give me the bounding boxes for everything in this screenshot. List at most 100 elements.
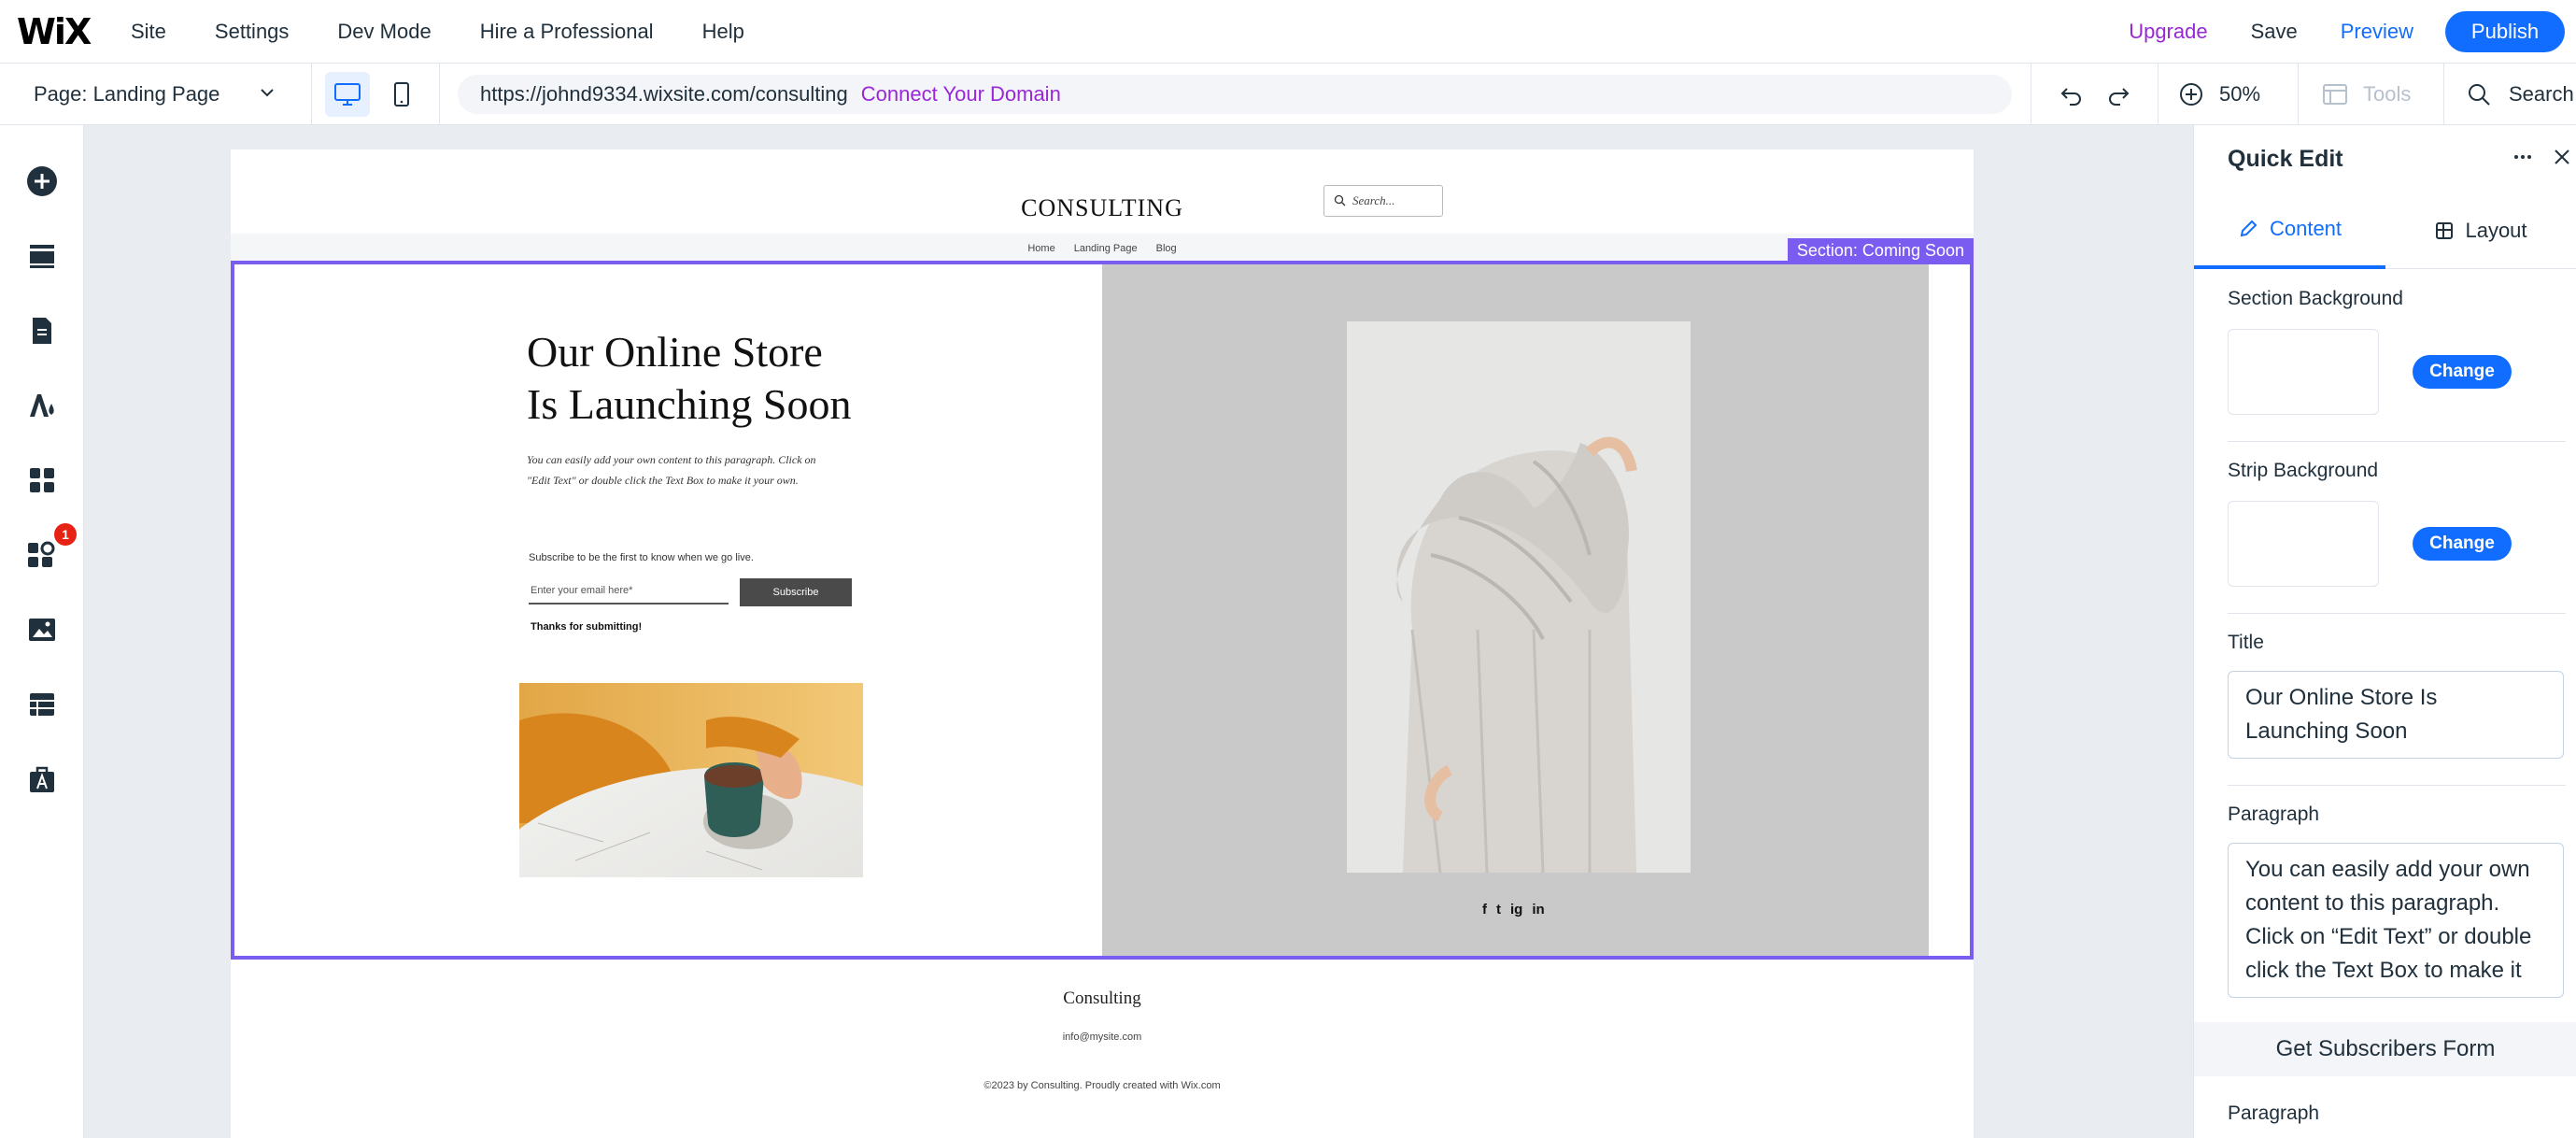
page-selector-label: Page: Landing Page [34, 82, 220, 106]
footer-title[interactable]: Consulting [231, 989, 1974, 1009]
site-url: https://johnd9334.wixsite.com/consulting [480, 82, 848, 106]
instagram-icon[interactable]: ig [1510, 902, 1522, 918]
thanks-message[interactable]: Thanks for submitting! [531, 621, 642, 633]
site-title[interactable]: CONSULTING [231, 194, 1974, 222]
notification-badge: 1 [54, 523, 77, 546]
layout-icon [2436, 222, 2454, 239]
search-icon [1334, 194, 1346, 206]
top-bar: WiX Site Settings Dev Mode Hire a Profes… [0, 0, 2576, 64]
pages-button[interactable] [23, 312, 61, 349]
headline-line-1: Our Online Store [527, 328, 823, 376]
menu-hire-professional[interactable]: Hire a Professional [480, 20, 654, 44]
more-options-icon[interactable] [2512, 146, 2534, 168]
footer-email[interactable]: info@mysite.com [231, 1031, 1974, 1043]
mobile-view-button[interactable] [379, 72, 424, 117]
footer-copyright[interactable]: ©2023 by Consulting. Proudly created wit… [231, 1080, 1974, 1091]
site-url-bar[interactable]: https://johnd9334.wixsite.com/consulting… [458, 75, 2012, 114]
search-label[interactable]: Search [2509, 82, 2574, 107]
media-button[interactable] [23, 611, 61, 648]
add-elements-button[interactable] [23, 163, 61, 200]
headline-line-2: Is Launching Soon [527, 380, 852, 428]
desktop-icon [334, 83, 361, 106]
panel-tabs: Content Layout [2194, 192, 2576, 269]
title-input[interactable]: Our Online Store Is Launching Soon [2228, 671, 2564, 759]
tools-icon[interactable] [2322, 83, 2348, 106]
wix-logo[interactable]: WiX [17, 11, 92, 52]
redo-icon[interactable] [2105, 81, 2131, 107]
site-nav-landing[interactable]: Landing Page [1074, 243, 1138, 254]
menu-settings[interactable]: Settings [215, 20, 290, 44]
left-toolbar: 1 [0, 125, 84, 1138]
upgrade-link[interactable]: Upgrade [2129, 20, 2207, 44]
social-bar: f t ig in [1482, 902, 1545, 918]
cms-button[interactable] [23, 686, 61, 723]
publish-button[interactable]: Publish [2445, 11, 2565, 52]
sweater-photo[interactable] [1347, 321, 1691, 873]
tab-content[interactable]: Content [2194, 192, 2385, 269]
editor-canvas[interactable]: CONSULTING Search... Home Landing Page B… [84, 125, 2193, 1138]
add-section-button[interactable] [23, 237, 61, 275]
zoom-level[interactable]: 50% [2219, 82, 2260, 107]
title-label: Title [2228, 632, 2264, 653]
save-button[interactable]: Save [2251, 20, 2298, 44]
divider [2228, 785, 2566, 786]
section-background-swatch[interactable] [2228, 329, 2379, 415]
design-button[interactable] [23, 387, 61, 424]
site-nav[interactable]: Home Landing Page Blog [231, 234, 1974, 263]
section-label[interactable]: Section: Coming Soon [1787, 238, 1974, 263]
top-menu: Site Settings Dev Mode Hire a Profession… [131, 0, 793, 64]
menu-site[interactable]: Site [131, 20, 166, 44]
site-search-box[interactable]: Search... [1323, 185, 1443, 217]
site-paragraph[interactable]: You can easily add your own content to t… [527, 449, 816, 491]
cms-icon [30, 693, 54, 716]
tab-layout[interactable]: Layout [2385, 192, 2576, 269]
tools-label[interactable]: Tools [2363, 82, 2411, 107]
preview-button[interactable]: Preview [2341, 20, 2413, 44]
subscribe-button[interactable]: Subscribe [740, 578, 852, 606]
section-background-label: Section Background [2228, 288, 2403, 309]
subscribe-hint[interactable]: Subscribe to be the first to know when w… [529, 552, 754, 563]
twitter-icon[interactable]: t [1496, 902, 1501, 918]
undo-icon[interactable] [2059, 81, 2085, 107]
linkedin-icon[interactable]: in [1532, 902, 1544, 918]
menu-help[interactable]: Help [702, 20, 744, 44]
pencil-icon [2240, 220, 2258, 237]
get-subscribers-form-header[interactable]: Get Subscribers Form [2194, 1022, 2576, 1076]
media-icon [29, 619, 55, 641]
coming-soon-section[interactable]: Section: Coming Soon Our Online Store Is… [231, 238, 1974, 960]
pages-icon [33, 318, 51, 344]
site-page[interactable]: CONSULTING Search... Home Landing Page B… [231, 149, 1974, 1138]
strip-background-label: Strip Background [2228, 460, 2379, 481]
page-selector[interactable]: Page: Landing Page [0, 64, 312, 125]
design-icon [30, 394, 54, 417]
portfolio-button[interactable] [23, 761, 61, 798]
change-section-background-button[interactable]: Change [2413, 355, 2512, 389]
paragraph-input[interactable]: You can easily add your own content to t… [2228, 843, 2564, 998]
zoom-icon[interactable] [2178, 81, 2204, 107]
menu-dev-mode[interactable]: Dev Mode [337, 20, 431, 44]
site-nav-home[interactable]: Home [1027, 243, 1054, 254]
divider [2228, 613, 2566, 614]
email-field[interactable]: Enter your email here* [529, 578, 729, 605]
coffee-photo[interactable] [519, 683, 863, 877]
paragraph-label-2: Paragraph [2228, 1102, 2320, 1124]
strip-background-swatch[interactable] [2228, 501, 2379, 587]
tab-content-label: Content [2269, 217, 2342, 240]
paragraph-label: Paragraph [2228, 804, 2320, 825]
close-icon[interactable] [2553, 148, 2571, 166]
apps-button[interactable] [23, 462, 61, 499]
facebook-icon[interactable]: f [1482, 902, 1487, 918]
business-apps-icon [28, 541, 55, 567]
change-strip-background-button[interactable]: Change [2413, 527, 2512, 561]
connect-domain-link[interactable]: Connect Your Domain [861, 82, 1061, 107]
divider [439, 64, 440, 125]
mobile-icon [394, 82, 409, 107]
business-apps-button[interactable] [23, 536, 61, 574]
site-nav-blog[interactable]: Blog [1156, 243, 1177, 254]
divider [2298, 64, 2299, 125]
search-icon[interactable] [2466, 81, 2492, 107]
add-icon [27, 166, 57, 196]
panel-title: Quick Edit [2228, 146, 2343, 172]
headline[interactable]: Our Online Store Is Launching Soon [527, 326, 919, 431]
desktop-view-button[interactable] [325, 72, 370, 117]
